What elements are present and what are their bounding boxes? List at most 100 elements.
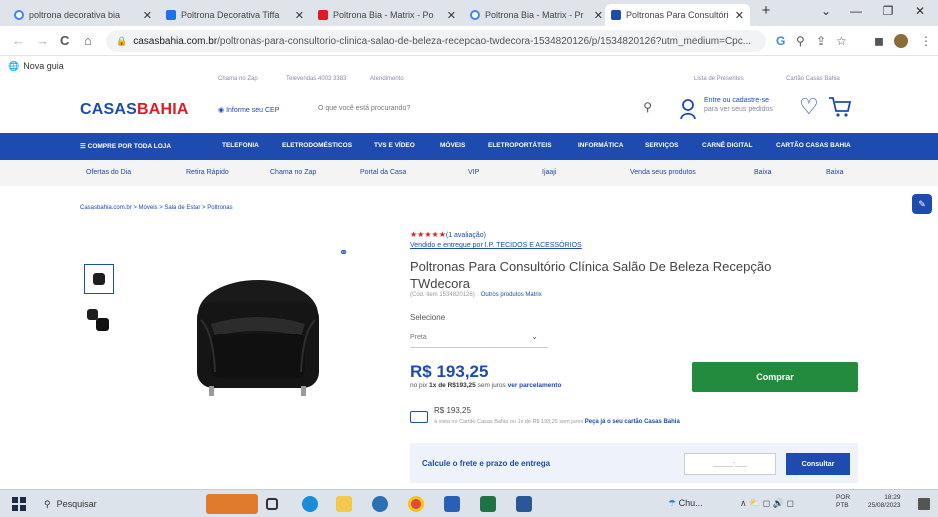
- category-item[interactable]: CARNÊ DIGITAL: [702, 142, 752, 149]
- chrome-icon[interactable]: [372, 496, 388, 512]
- weather-icon: ☂: [668, 498, 679, 508]
- sidebar-icon[interactable]: ◼: [874, 34, 884, 48]
- subnav-item[interactable]: Retira Rápido: [186, 169, 229, 176]
- forward-button[interactable]: →: [36, 33, 49, 48]
- file-explorer-icon[interactable]: [336, 496, 352, 512]
- weather-widget[interactable]: ☂ Chu...: [668, 498, 703, 509]
- globe-icon: 🌐: [8, 60, 20, 71]
- notification-icon[interactable]: [918, 498, 930, 510]
- subnav-item[interactable]: VIP: [468, 169, 479, 176]
- close-icon[interactable]: ✕: [295, 9, 304, 22]
- system-tray[interactable]: ∧ ⛅ ◻ 🔊 ◻: [740, 498, 794, 509]
- site-header: CASASBAHIA ◉ Informe seu CEP O que você …: [0, 86, 938, 132]
- url-path: /poltronas-para-consultorio-clinica-sala…: [217, 35, 752, 47]
- card-info: à vista no Cartão Casas Bahia ou 1x de R…: [434, 419, 680, 425]
- tab-0[interactable]: poltrona decorativa bia ✕: [8, 4, 158, 26]
- tab-label: Poltrona Bia - Matrix - Po: [333, 10, 434, 20]
- search-icon[interactable]: ⚲: [643, 100, 652, 114]
- app-icon[interactable]: [444, 496, 460, 512]
- color-select[interactable]: Preta ⌄: [410, 330, 548, 348]
- tab-3[interactable]: Poltrona Bia - Matrix - Pr ✕: [464, 4, 609, 26]
- category-item[interactable]: TVS E VÍDEO: [374, 142, 415, 149]
- product-main-image[interactable]: [183, 262, 333, 400]
- buy-button[interactable]: Comprar: [692, 362, 858, 392]
- category-item[interactable]: ELETRODOMÉSTICOS: [282, 142, 352, 149]
- subnav-item[interactable]: Portal da Casa: [360, 169, 406, 176]
- google-lens-icon[interactable]: G: [776, 34, 785, 48]
- chat-widget-button[interactable]: ✎: [912, 194, 932, 214]
- subnav-item[interactable]: Baixa: [826, 169, 844, 176]
- news-widget-icon[interactable]: [206, 494, 258, 514]
- site-search-input[interactable]: O que você está procurando? ⚲: [308, 94, 660, 122]
- utility-link[interactable]: Lista de Presentes: [694, 76, 744, 82]
- cep-input[interactable]: _____-___: [684, 453, 776, 475]
- category-item[interactable]: SERVIÇOS: [645, 142, 678, 149]
- subnav-item[interactable]: Chama no Zap: [270, 169, 316, 176]
- restore-button[interactable]: ❐: [880, 4, 896, 18]
- windows-start-icon[interactable]: [12, 497, 26, 511]
- taskbar-search[interactable]: ⚲ Pesquisar: [40, 494, 182, 514]
- bookmark-star-icon[interactable]: ☆: [836, 34, 847, 48]
- close-icon[interactable]: ✕: [594, 9, 603, 22]
- utility-link[interactable]: Atendimento: [370, 76, 404, 82]
- close-icon[interactable]: ✕: [735, 9, 744, 22]
- subnav-item[interactable]: Venda seus produtos: [630, 169, 696, 176]
- category-item[interactable]: ELETROPORTÁTEIS: [488, 142, 552, 149]
- category-item[interactable]: INFORMÁTICA: [578, 142, 624, 149]
- freight-calculator: Calcule o frete e prazo de entrega _____…: [410, 443, 858, 483]
- menu-icon[interactable]: ⋮: [920, 34, 932, 48]
- utility-link[interactable]: Televendas 4003 3383: [286, 76, 346, 82]
- task-view-icon[interactable]: [266, 498, 278, 510]
- utility-link[interactable]: Chama no Zap: [218, 76, 258, 82]
- tab-4[interactable]: Poltronas Para Consultório ✕: [605, 4, 750, 26]
- bookmark-nova-guia[interactable]: Nova guia: [23, 61, 64, 71]
- edge-icon[interactable]: [302, 496, 318, 512]
- new-tab-button[interactable]: +: [758, 2, 774, 19]
- card-signup-link[interactable]: Peça já o seu cartão Casas Bahia: [585, 419, 680, 425]
- excel-icon[interactable]: [480, 496, 496, 512]
- clock[interactable]: 18:29 25/08/2023: [868, 494, 901, 510]
- subnav-item[interactable]: Ijaaji: [542, 169, 556, 176]
- close-icon[interactable]: ✕: [447, 9, 456, 22]
- tab-1[interactable]: Poltrona Decorativa Tiffa ✕: [160, 4, 310, 26]
- tab-search-button[interactable]: ⌄: [818, 4, 834, 18]
- user-icon[interactable]: [680, 98, 696, 120]
- profile-avatar[interactable]: [894, 34, 908, 48]
- zoom-icon[interactable]: ⚲: [796, 34, 805, 48]
- account-link[interactable]: Entre ou cadastre-se para ver seus pedid…: [704, 96, 773, 114]
- product-thumbnail[interactable]: [84, 264, 114, 294]
- breadcrumb[interactable]: Casasbahia.com.br > Móveis > Sala de Est…: [80, 205, 233, 211]
- cart-icon[interactable]: [828, 96, 852, 118]
- share-icon[interactable]: ⚭: [339, 246, 348, 259]
- star-rating-icon: ★★★★★: [410, 230, 446, 239]
- category-item[interactable]: CARTÃO CASAS BAHIA: [776, 142, 851, 149]
- category-item[interactable]: TELEFONIA: [222, 142, 259, 149]
- minimize-button[interactable]: —: [848, 4, 864, 18]
- consult-button[interactable]: Consultar: [786, 453, 850, 475]
- home-button[interactable]: ⌂: [84, 33, 92, 48]
- close-window-button[interactable]: ✕: [912, 4, 928, 18]
- brand-link[interactable]: Outros produtos Matrix: [481, 292, 542, 298]
- subnav-item[interactable]: Ofertas do Dia: [86, 169, 131, 176]
- cep-link[interactable]: ◉ Informe seu CEP: [218, 106, 279, 114]
- product-rating[interactable]: ★★★★★(1 avaliação): [410, 230, 486, 239]
- installments-link[interactable]: ver parcelamento: [508, 382, 562, 389]
- product-code: (Cód. item 1534820126) Outros produtos Ma…: [410, 292, 542, 298]
- tab-2[interactable]: Poltrona Bia - Matrix - Po ✕: [312, 4, 462, 26]
- url-bar[interactable]: 🔒 casasbahia.com.br/poltronas-para-consu…: [106, 30, 766, 52]
- language-indicator[interactable]: POR PTB: [836, 494, 850, 510]
- category-item[interactable]: MÓVEIS: [440, 142, 465, 149]
- share-icon[interactable]: ⇪: [816, 34, 826, 48]
- utility-link[interactable]: Cartão Casas Bahia: [786, 76, 840, 82]
- close-icon[interactable]: ✕: [143, 9, 152, 22]
- seller-link[interactable]: Vendido e entregue por I.P. TECIDOS E AC…: [410, 242, 582, 249]
- casas-bahia-logo[interactable]: CASASBAHIA: [80, 101, 189, 119]
- subnav-item[interactable]: Baixa: [754, 169, 772, 176]
- category-all[interactable]: ☰ COMPRE POR TODA LOJA: [80, 142, 171, 150]
- word-icon[interactable]: [516, 496, 532, 512]
- reload-button[interactable]: C: [60, 33, 69, 48]
- product-thumbnail[interactable]: [84, 304, 114, 334]
- chrome-icon[interactable]: [408, 496, 424, 512]
- back-button[interactable]: ←: [12, 33, 25, 48]
- heart-icon[interactable]: ♡: [799, 96, 819, 118]
